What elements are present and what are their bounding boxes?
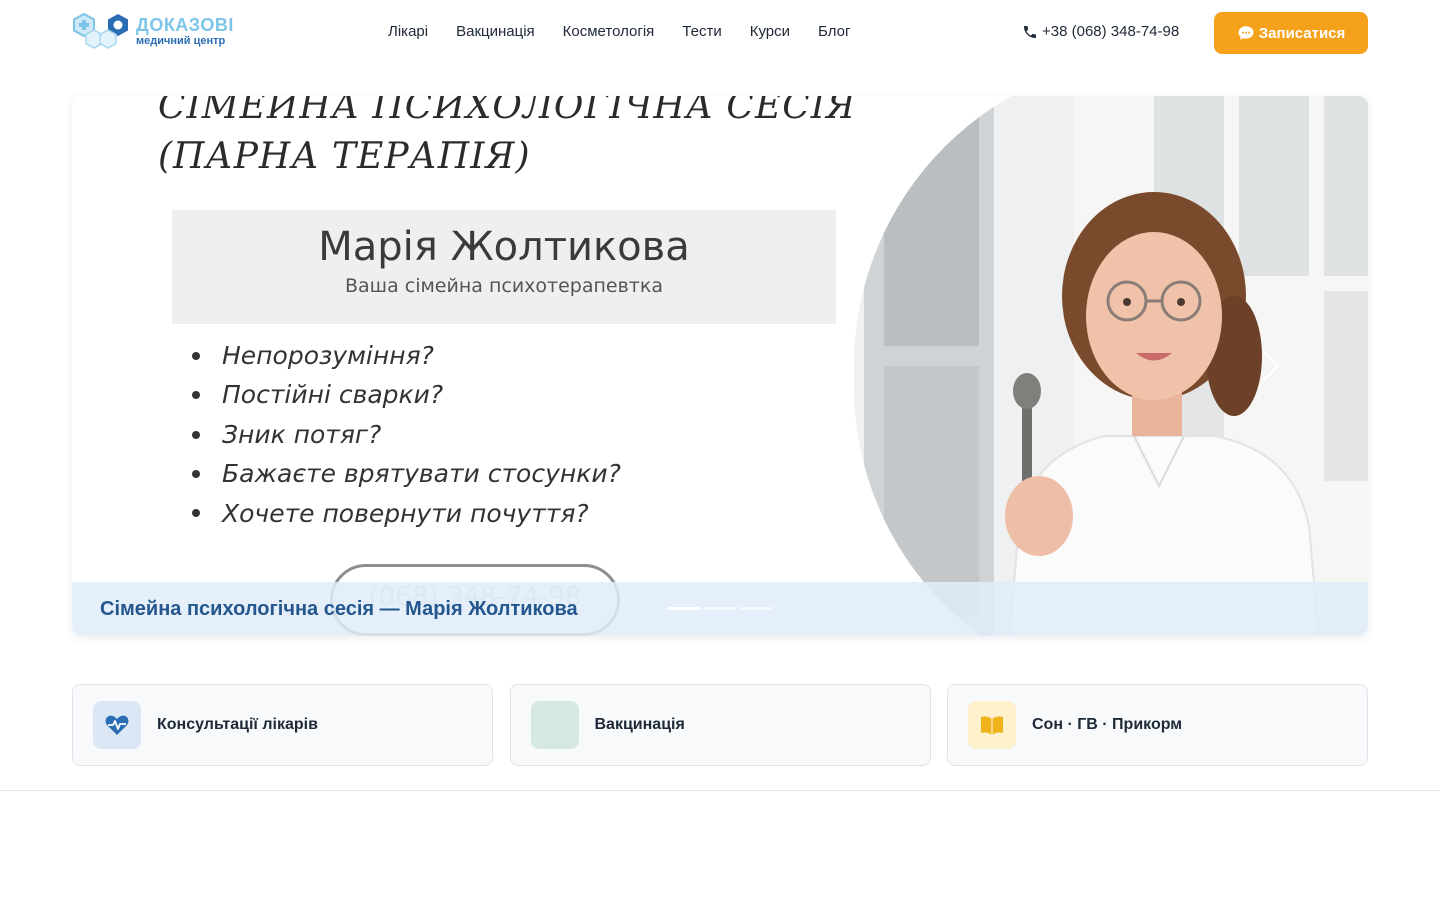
brand-title: ДОКАЗОВІ xyxy=(136,15,234,35)
book-appointment-button[interactable]: Записатися xyxy=(1214,12,1368,54)
hexagon-logo-icon xyxy=(73,12,128,49)
nav-item-courses[interactable]: Курси xyxy=(750,22,790,42)
chevron-right-icon xyxy=(1262,350,1280,382)
site-header: ДОКАЗОВІ медичний центр Лікарі Вакцинаці… xyxy=(0,0,1440,66)
book-open-icon xyxy=(968,701,1016,749)
nav-item-cosmetology[interactable]: Косметологія xyxy=(563,22,655,42)
card-sleep-feeding[interactable]: Сон · ГВ · Прикорм xyxy=(947,684,1368,766)
poster-bullet: Бажаєте врятувати стосунки? xyxy=(190,454,621,493)
chat-icon xyxy=(1238,26,1254,40)
poster-name-box: Марія Жолтикова Ваша сімейна психотерапе… xyxy=(172,210,836,324)
nav-item-tests[interactable]: Тести xyxy=(682,22,721,42)
main-nav: Лікарі Вакцинація Косметологія Тести Кур… xyxy=(388,22,878,42)
phone-link[interactable]: +38 (068) 348-74-98 xyxy=(1022,22,1179,42)
section-divider xyxy=(0,790,1440,791)
poster-heading: СІМЕЙНА ПСИХОЛОГІЧНА СЕСІЯ (ПАРНА ТЕРАПІ… xyxy=(158,96,856,182)
poster-name: Марія Жолтикова xyxy=(318,224,690,270)
category-cards: Консультації лікарів Вакцинація Сон · ГВ… xyxy=(72,684,1368,766)
poster-bullet: Зник потяг? xyxy=(190,415,621,454)
nav-item-blog[interactable]: Блог xyxy=(818,22,850,42)
vaccine-icon xyxy=(530,701,579,749)
brand-subtitle: медичний центр xyxy=(136,35,226,47)
card-doctor-consultations[interactable]: Консультації лікарів xyxy=(72,684,493,766)
phone-icon xyxy=(1024,26,1036,38)
slide-caption-bar: Сімейна психологічна сесія — Марія Жолти… xyxy=(72,582,1368,636)
poster-bullet: Хочете повернути почуття? xyxy=(190,494,621,533)
card-vaccination[interactable]: Вакцинація xyxy=(509,684,931,766)
brand-logo[interactable]: ДОКАЗОВІ медичний центр xyxy=(72,12,234,52)
slider-dot-2[interactable] xyxy=(704,607,736,610)
card-label: Консультації лікарів xyxy=(157,716,318,733)
nav-item-doctors[interactable]: Лікарі xyxy=(388,22,428,42)
phone-number: +38 (068) 348-74-98 xyxy=(1042,23,1180,40)
book-appointment-label: Записатися xyxy=(1258,24,1346,42)
hero-slider[interactable]: СІМЕЙНА ПСИХОЛОГІЧНА СЕСІЯ (ПАРНА ТЕРАПІ… xyxy=(72,96,1368,636)
slide-caption: Сімейна психологічна сесія — Марія Жолти… xyxy=(100,598,578,620)
doctor-photo xyxy=(854,96,1368,636)
slider-pagination xyxy=(668,607,776,610)
heart-pulse-icon xyxy=(93,701,141,749)
nav-item-vaccination[interactable]: Вакцинація xyxy=(456,22,535,42)
poster-bullet: Непорозуміння? xyxy=(190,336,621,375)
poster-role: Ваша сімейна психотерапевтка xyxy=(345,275,663,297)
poster-bullets: Непорозуміння? Постійні сварки? Зник пот… xyxy=(190,336,621,533)
poster-heading-line2: (ПАРНА ТЕРАПІЯ) xyxy=(158,136,531,177)
slider-dot-1[interactable] xyxy=(668,607,700,610)
slider-dot-3[interactable] xyxy=(740,607,772,610)
card-label: Вакцинація xyxy=(594,716,685,733)
poster-heading-line1: СІМЕЙНА ПСИХОЛОГІЧНА СЕСІЯ xyxy=(158,96,857,127)
poster-bullet: Постійні сварки? xyxy=(190,375,621,414)
slider-next-button[interactable] xyxy=(1258,348,1282,389)
card-label: Сон · ГВ · Прикорм xyxy=(1032,716,1183,733)
